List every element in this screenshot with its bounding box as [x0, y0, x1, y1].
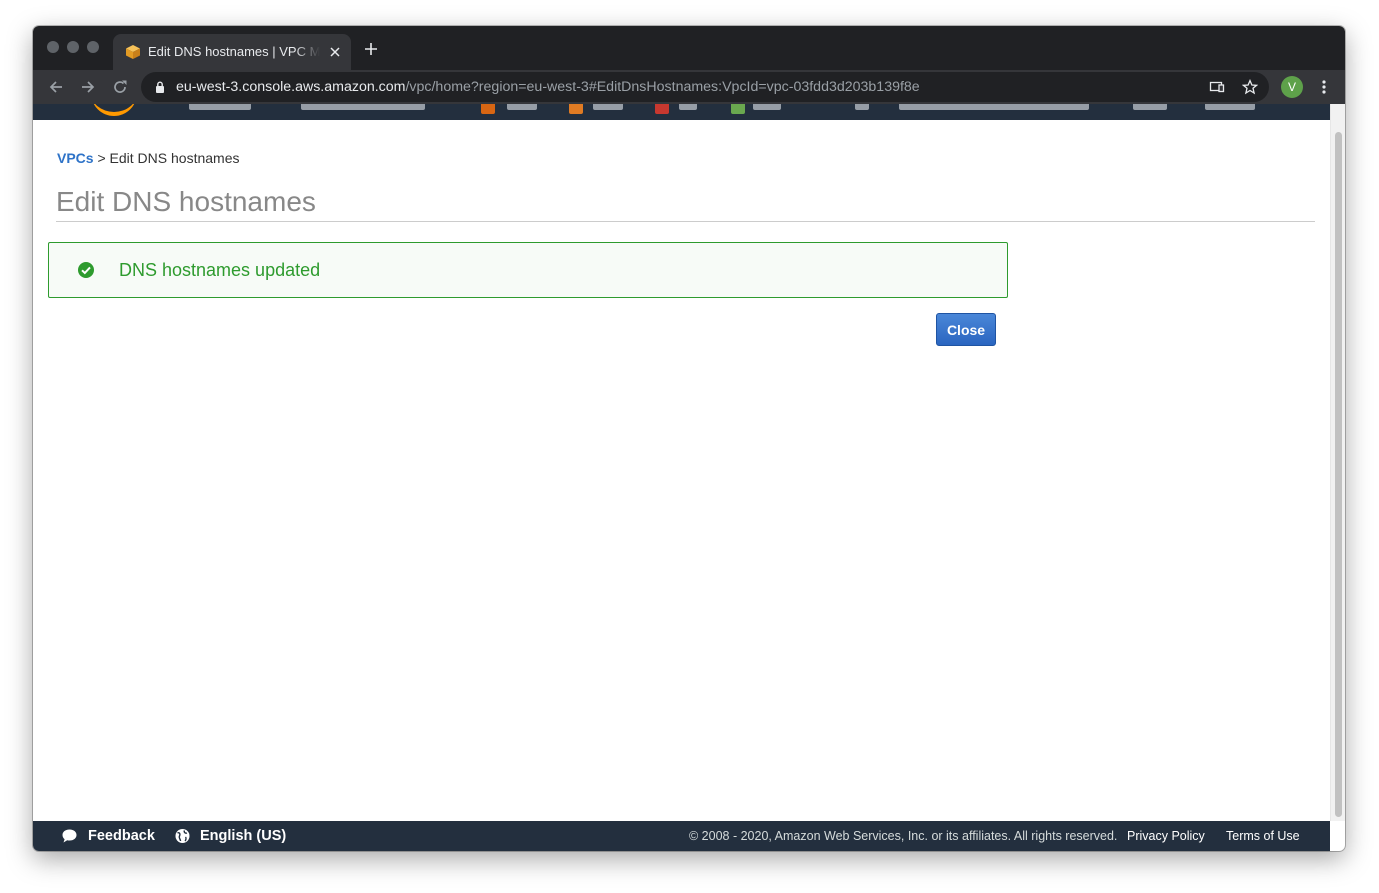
feedback-link[interactable]: Feedback — [88, 828, 155, 844]
breadcrumb-vpcs-link[interactable]: VPCs — [57, 150, 94, 166]
address-bar[interactable]: eu-west-3.console.aws.amazon.com/vpc/hom… — [141, 72, 1269, 102]
tab-title: Edit DNS hostnames | VPC Management Cons… — [148, 44, 320, 59]
vpc-shortcut-label — [507, 104, 537, 110]
scrollbar-thumb[interactable] — [1335, 132, 1342, 817]
page-title: Edit DNS hostnames — [56, 186, 316, 217]
breadcrumb-separator: > — [97, 150, 106, 166]
lock-icon — [156, 81, 164, 93]
services-menu[interactable] — [189, 104, 251, 110]
account-menu[interactable] — [899, 104, 1089, 110]
success-check-icon — [78, 262, 94, 278]
s3-shortcut-label — [679, 104, 697, 110]
aws-logo[interactable] — [91, 104, 137, 116]
iam-shortcut-icon[interactable] — [731, 104, 745, 114]
breadcrumb-current: Edit DNS hostnames — [109, 150, 240, 166]
back-icon[interactable] — [47, 78, 65, 96]
alert-message: DNS hostnames updated — [119, 260, 321, 280]
tab-strip: Edit DNS hostnames | VPC Management Cons… — [33, 26, 1345, 70]
vpc-shortcut-icon[interactable] — [481, 104, 495, 114]
title-divider — [56, 221, 1315, 222]
aws-box-icon — [126, 45, 140, 59]
privacy-policy-link[interactable]: Privacy Policy — [1127, 829, 1205, 843]
ec2-shortcut-label — [593, 104, 623, 110]
close-button[interactable]: Close — [936, 313, 996, 346]
success-alert: DNS hostnames updated — [48, 242, 1008, 298]
window-minimize-dot[interactable] — [67, 41, 79, 53]
ec2-shortcut-icon[interactable] — [569, 104, 583, 114]
window-close-dot[interactable] — [47, 41, 59, 53]
bell-icon[interactable] — [855, 104, 869, 110]
browser-tab-active[interactable]: Edit DNS hostnames | VPC Management Cons… — [113, 34, 351, 70]
breadcrumb: VPCs > Edit DNS hostnames — [57, 150, 240, 166]
url-host: eu-west-3.console.aws.amazon.com — [176, 79, 406, 95]
page-scrollbar[interactable] — [1330, 104, 1345, 821]
browser-toolbar: eu-west-3.console.aws.amazon.com/vpc/hom… — [33, 70, 1345, 104]
profile-avatar[interactable]: V — [1281, 76, 1303, 98]
forward-icon[interactable] — [79, 78, 97, 96]
language-selector[interactable]: English (US) — [200, 828, 286, 844]
cast-icon[interactable] — [1209, 79, 1225, 95]
browser-window: Edit DNS hostnames | VPC Management Cons… — [33, 26, 1345, 851]
close-icon[interactable] — [327, 44, 343, 60]
window-zoom-dot[interactable] — [87, 41, 99, 53]
aws-top-nav — [33, 104, 1330, 120]
globe-icon — [175, 829, 190, 843]
url-path: /vpc/home?region=eu-west-3#EditDnsHostna… — [405, 79, 920, 95]
iam-shortcut-label — [753, 104, 781, 110]
url-text: eu-west-3.console.aws.amazon.com/vpc/hom… — [176, 79, 920, 95]
resource-groups-menu[interactable] — [301, 104, 425, 110]
support-menu[interactable] — [1205, 104, 1255, 110]
plus-icon[interactable] — [363, 41, 379, 57]
main-content: VPCs > Edit DNS hostnames Edit DNS hostn… — [33, 120, 1330, 821]
kebab-menu-icon[interactable] — [1316, 79, 1332, 95]
reload-icon[interactable] — [111, 78, 129, 96]
s3-shortcut-icon[interactable] — [655, 104, 669, 114]
star-icon[interactable] — [1242, 79, 1258, 95]
region-menu[interactable] — [1133, 104, 1167, 110]
terms-of-use-link[interactable]: Terms of Use — [1226, 829, 1300, 843]
copyright-text: © 2008 - 2020, Amazon Web Services, Inc.… — [689, 829, 1118, 843]
console-footer: Feedback English (US) © 2008 - 2020, Ama… — [33, 821, 1330, 851]
feedback-bubble-icon — [62, 829, 77, 843]
